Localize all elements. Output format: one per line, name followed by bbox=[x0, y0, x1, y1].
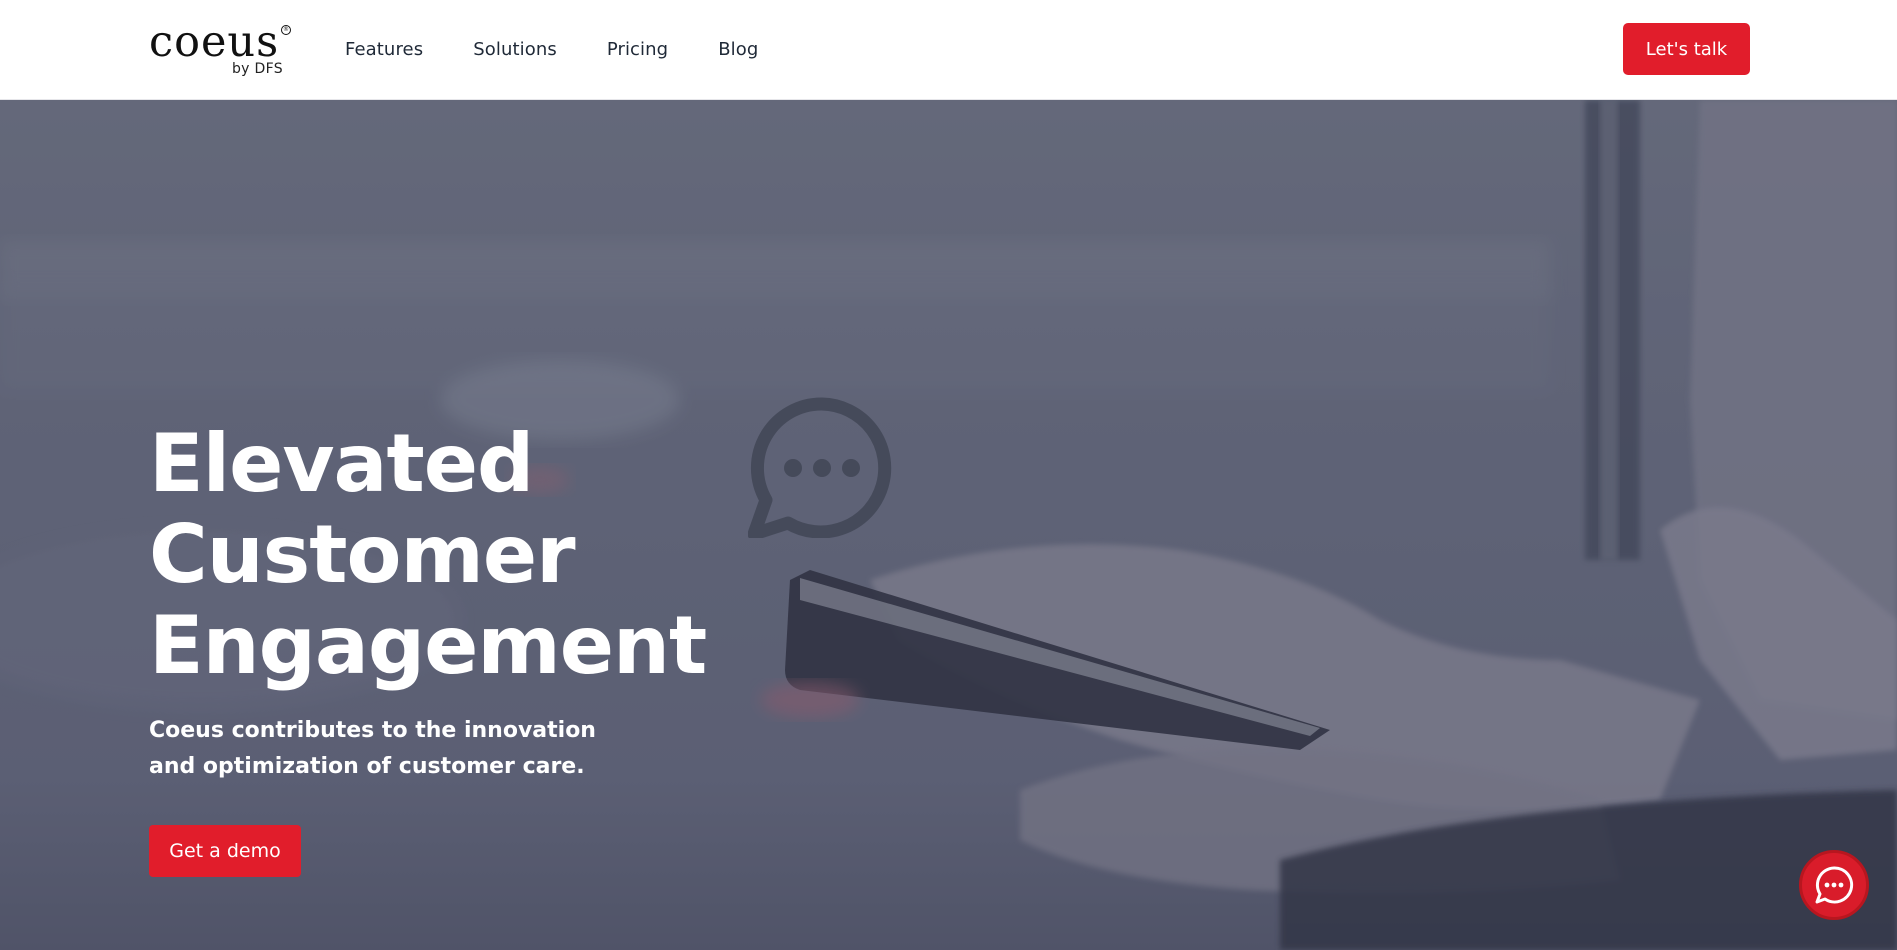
nav-item-features[interactable]: Features bbox=[345, 39, 423, 60]
chat-bubble-icon bbox=[1815, 866, 1854, 904]
site-header: coeus ® by DFS Features Solutions Pricin… bbox=[0, 0, 1897, 100]
hero-subtitle: Coeus contributes to the innovation and … bbox=[149, 718, 596, 779]
registered-mark-icon: ® bbox=[281, 25, 291, 35]
chat-widget-button[interactable] bbox=[1799, 850, 1869, 920]
hero-title-line: Customer bbox=[149, 508, 576, 601]
hero-section: Elevated Customer Engagement Coeus contr… bbox=[0, 100, 1897, 950]
get-demo-button[interactable]: Get a demo bbox=[149, 825, 301, 877]
logo-wordmark: coeus bbox=[149, 17, 280, 67]
main-nav: Features Solutions Pricing Blog bbox=[345, 0, 808, 98]
nav-item-solutions[interactable]: Solutions bbox=[473, 39, 557, 60]
hero-title: Elevated Customer Engagement bbox=[149, 418, 749, 691]
hero-title-line: Elevated bbox=[149, 417, 534, 510]
hero-title-line: Engagement bbox=[149, 599, 707, 692]
logo-tagline: by DFS bbox=[232, 61, 283, 77]
nav-item-pricing[interactable]: Pricing bbox=[607, 39, 668, 60]
speech-bubble-ellipsis-icon bbox=[748, 397, 892, 538]
lets-talk-button[interactable]: Let's talk bbox=[1623, 23, 1750, 75]
nav-item-blog[interactable]: Blog bbox=[718, 39, 758, 60]
logo[interactable]: coeus ® by DFS bbox=[149, 20, 299, 80]
